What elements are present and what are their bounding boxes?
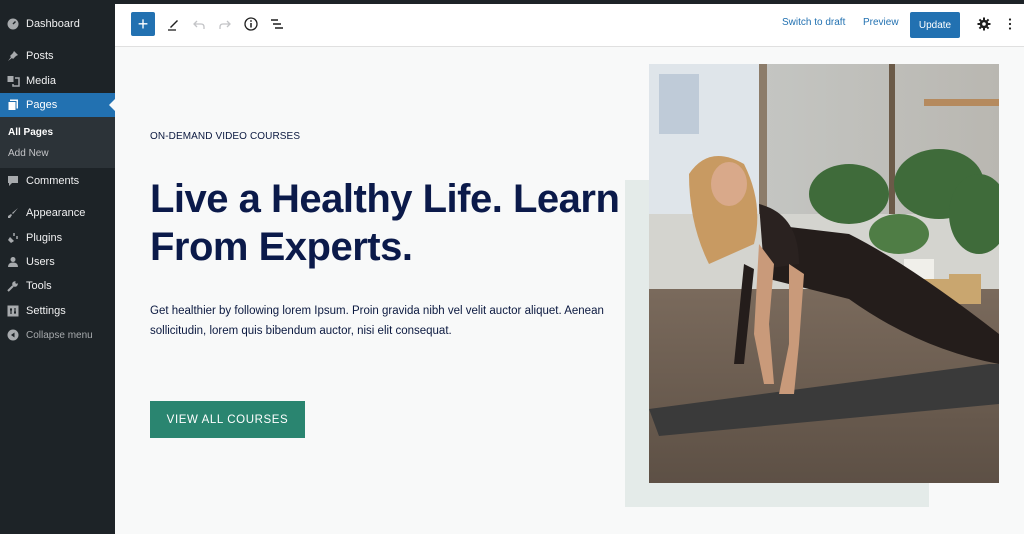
gear-icon bbox=[977, 17, 991, 31]
info-icon bbox=[244, 17, 258, 31]
settings-button[interactable] bbox=[972, 12, 996, 36]
sidebar-item-label: Users bbox=[26, 256, 55, 268]
collapse-menu-button[interactable]: Collapse menu bbox=[0, 323, 115, 347]
sidebar-item-label: Media bbox=[26, 75, 56, 87]
list-view-icon bbox=[271, 19, 283, 29]
editor-toolbar: + Switch to draft Preview Update bbox=[115, 4, 1024, 47]
sidebar-item-settings[interactable]: Settings bbox=[0, 299, 115, 323]
undo-button[interactable] bbox=[187, 12, 211, 36]
submenu-item-all-pages[interactable]: All Pages bbox=[8, 127, 53, 138]
sidebar-item-label: Dashboard bbox=[26, 18, 80, 30]
collapse-icon bbox=[6, 328, 20, 342]
collapse-menu-label: Collapse menu bbox=[26, 329, 93, 341]
yoga-photo-illustration bbox=[649, 64, 999, 483]
sidebar-item-appearance[interactable]: Appearance bbox=[0, 201, 115, 225]
eyebrow-text[interactable]: ON-DEMAND VIDEO COURSES bbox=[150, 131, 300, 142]
pencil-icon bbox=[168, 20, 178, 31]
comment-icon bbox=[6, 174, 20, 188]
list-view-button[interactable] bbox=[265, 12, 289, 36]
sidebar-item-label: Plugins bbox=[26, 232, 63, 244]
sidebar-item-label: Pages bbox=[26, 99, 58, 111]
redo-button[interactable] bbox=[213, 12, 237, 36]
undo-icon bbox=[193, 20, 205, 29]
sidebar-item-posts[interactable]: Posts bbox=[0, 44, 115, 68]
hero-paragraph[interactable]: Get healthier by following lorem Ipsum. … bbox=[150, 301, 620, 341]
sidebar-item-plugins[interactable]: Plugins bbox=[0, 226, 115, 250]
hero-heading[interactable]: Live a Healthy Life. Learn From Experts. bbox=[150, 175, 630, 271]
sidebar-item-label: Tools bbox=[26, 280, 52, 292]
submenu-item-add-new[interactable]: Add New bbox=[8, 148, 49, 159]
hero-image[interactable] bbox=[649, 64, 999, 483]
plugin-icon bbox=[6, 231, 20, 245]
more-vertical-icon bbox=[1008, 18, 1012, 30]
add-block-button[interactable]: + bbox=[131, 12, 155, 36]
sidebar-item-media[interactable]: Media bbox=[0, 69, 115, 93]
media-icon bbox=[6, 74, 20, 88]
dashboard-icon bbox=[6, 17, 20, 31]
tools-button[interactable] bbox=[161, 12, 185, 36]
pin-icon bbox=[6, 49, 20, 63]
wrench-icon bbox=[6, 279, 20, 293]
settings-icon bbox=[6, 304, 20, 318]
plus-icon: + bbox=[137, 14, 149, 34]
pages-submenu: All Pages Add New bbox=[0, 117, 115, 168]
admin-sidebar: Dashboard Posts Media Pages All Pages Ad… bbox=[0, 0, 115, 534]
sidebar-item-label: Appearance bbox=[26, 207, 86, 219]
sidebar-item-tools[interactable]: Tools bbox=[0, 274, 115, 298]
sidebar-item-pages[interactable]: Pages bbox=[0, 93, 115, 117]
paintbrush-icon bbox=[6, 206, 20, 220]
sidebar-item-users[interactable]: Users bbox=[0, 250, 115, 274]
user-icon bbox=[6, 255, 20, 269]
switch-to-draft-button[interactable]: Switch to draft bbox=[782, 17, 845, 28]
preview-button[interactable]: Preview bbox=[863, 17, 899, 28]
redo-icon bbox=[219, 20, 231, 29]
details-button[interactable] bbox=[239, 12, 263, 36]
update-button[interactable]: Update bbox=[910, 12, 960, 38]
view-all-courses-button[interactable]: VIEW ALL COURSES bbox=[150, 401, 305, 438]
sidebar-item-dashboard[interactable]: Dashboard bbox=[0, 12, 115, 36]
sidebar-item-comments[interactable]: Comments bbox=[0, 169, 115, 193]
pages-icon bbox=[6, 98, 20, 112]
sidebar-item-label: Posts bbox=[26, 50, 54, 62]
more-options-button[interactable] bbox=[998, 12, 1022, 36]
sidebar-item-label: Comments bbox=[26, 175, 80, 187]
sidebar-item-label: Settings bbox=[26, 305, 66, 317]
